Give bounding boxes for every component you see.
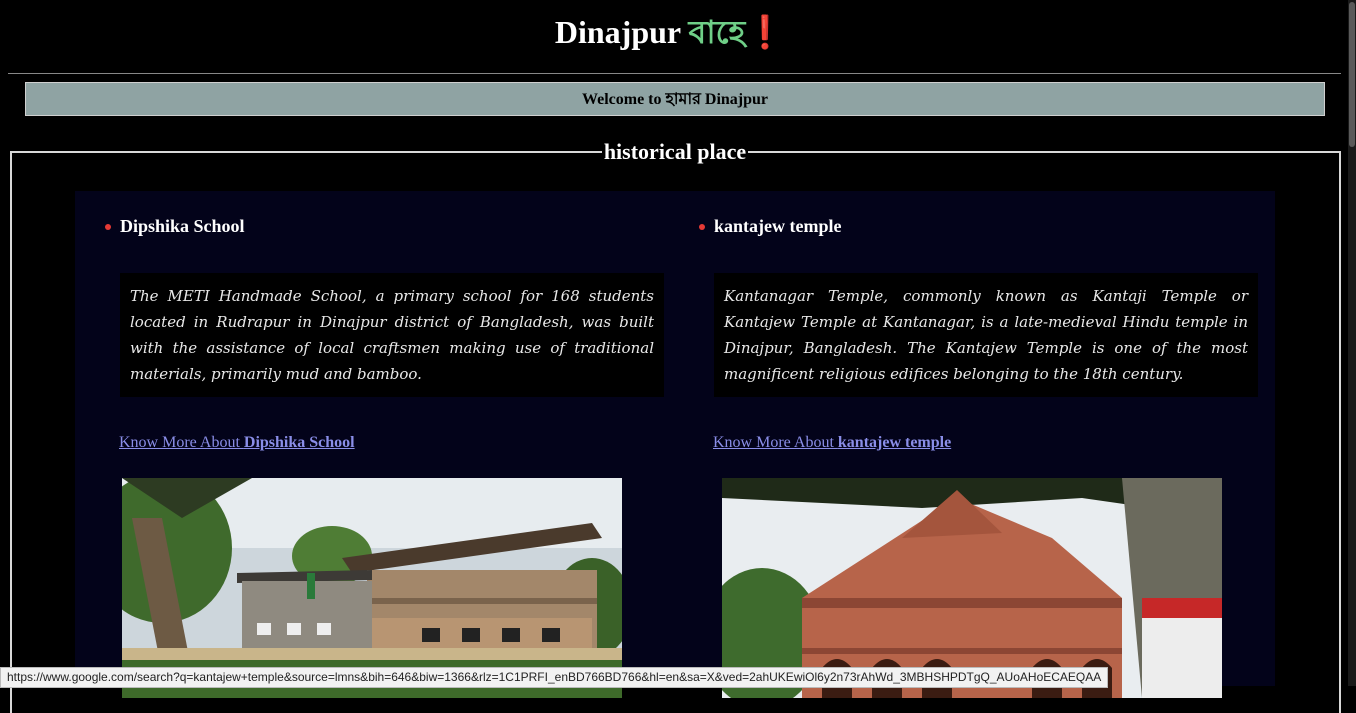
title-accent: বাহে [688, 14, 746, 50]
temple-image [722, 478, 1222, 698]
know-more-link[interactable]: Know More About Dipshika School [119, 433, 355, 453]
link-prefix: Know More About [119, 434, 244, 451]
place-title: Dipshika School [120, 216, 245, 236]
link-name: Dipshika School [243, 434, 355, 451]
welcome-suffix: Dinajpur [700, 91, 769, 108]
welcome-banner: Welcome to হামার Dinajpur [25, 82, 1325, 116]
vertical-scrollbar[interactable] [1348, 0, 1356, 686]
school-image [122, 478, 622, 698]
welcome-prefix: Welcome to [581, 91, 666, 108]
bullet-icon [105, 224, 111, 230]
exclamation-icon: ❗ [745, 14, 786, 50]
scrollbar-thumb[interactable] [1349, 2, 1355, 147]
places-panel: Dipshika School The METI Handmade School… [75, 191, 1275, 698]
place-description: Kantanagar Temple, commonly known as Kan… [714, 273, 1258, 397]
welcome-bengali: হামার [665, 91, 701, 108]
title-main: Dinajpur [554, 14, 689, 50]
section-legend: historical place [0, 136, 1350, 168]
link-prefix: Know More About [713, 434, 838, 451]
place-title: kantajew temple [714, 216, 842, 236]
section-legend-text: historical place [601, 139, 749, 164]
place-description: The METI Handmade School, a primary scho… [120, 273, 664, 397]
site-title: Dinajpur বাহে❗ [0, 10, 1340, 54]
know-more-link[interactable]: Know More About kantajew temple [713, 433, 951, 453]
place-card-dipshika: Dipshika School The METI Handmade School… [75, 191, 664, 698]
link-name: kantajew temple [837, 434, 952, 451]
temple-photo [722, 478, 1222, 698]
school-photo [122, 478, 622, 698]
status-bar-url: https://www.google.com/search?q=kantajew… [0, 667, 1109, 688]
place-card-kantajew: kantajew temple Kantanagar Temple, commo… [669, 191, 1258, 698]
bullet-icon [699, 224, 705, 230]
header-divider [8, 73, 1341, 74]
